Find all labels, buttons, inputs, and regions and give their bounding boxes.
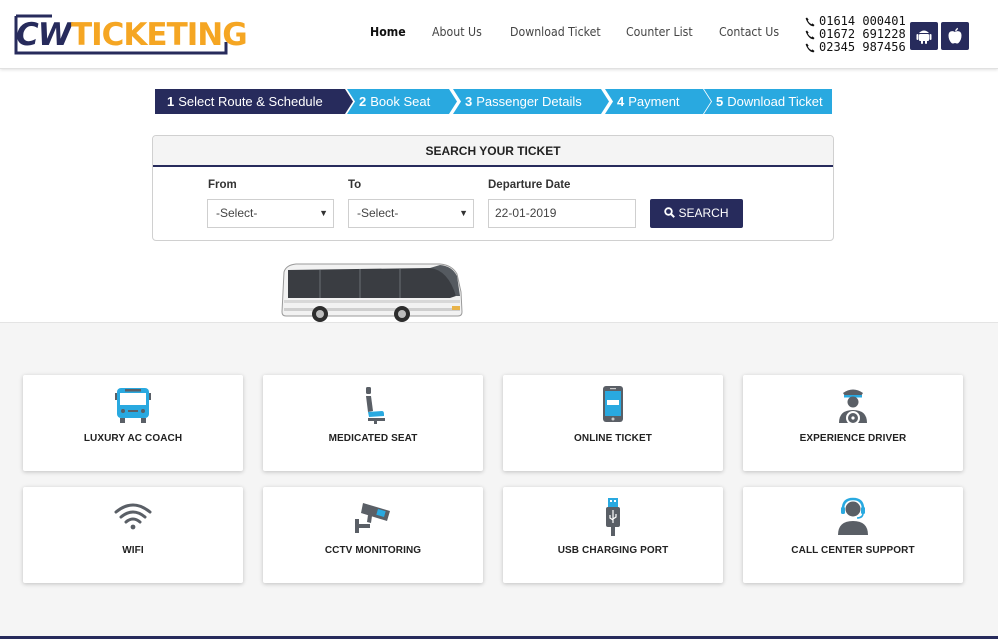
feature-label: ONLINE TICKET	[574, 433, 652, 444]
bus-illustration	[281, 263, 463, 322]
feature-label: WIFI	[122, 545, 144, 556]
search-button[interactable]: SEARCH	[650, 199, 743, 228]
step-download-ticket[interactable]: 5 Download Ticket	[704, 89, 832, 114]
feature-label: MEDICATED SEAT	[328, 433, 418, 444]
logo-text: CWTICKETING	[16, 15, 248, 55]
to-label: To	[348, 179, 362, 191]
android-icon	[916, 30, 932, 44]
departure-date-label: Departure Date	[488, 179, 571, 191]
search-button-label: SEARCH	[678, 206, 729, 220]
step-payment[interactable]: 4 Payment	[605, 89, 713, 114]
phone-handset-icon	[805, 17, 815, 26]
phone-row: 02345 987456	[805, 41, 906, 54]
search-ticket-panel: SEARCH YOUR TICKET From -Select- ▼ To -S…	[152, 135, 834, 241]
feature-label: LUXURY AC COACH	[83, 433, 183, 444]
usb-icon	[606, 498, 620, 536]
driver-icon	[839, 389, 867, 425]
step-label: Payment	[628, 94, 680, 109]
feature-card-usb-charging-port: USB CHARGING PORT	[503, 487, 723, 583]
wifi-icon	[114, 503, 152, 530]
step-label: Book Seat	[370, 94, 431, 109]
logo-ticketing: TICKETING	[70, 17, 248, 53]
to-select-value: -Select-	[357, 206, 399, 220]
feature-card-online-ticket: ONLINE TICKET	[503, 375, 723, 471]
step-number: 1	[167, 94, 175, 109]
phone-icon	[603, 386, 623, 422]
step-passenger-details[interactable]: 3 Passenger Details	[453, 89, 611, 114]
feature-card-luxury-ac-coach: LUXURY AC COACH	[23, 375, 243, 471]
step-label: Select Route & Schedule	[178, 94, 323, 109]
feature-label: USB CHARGING PORT	[557, 545, 669, 556]
feature-label: EXPERIENCE DRIVER	[799, 433, 907, 444]
nav-about-us[interactable]: About Us	[432, 24, 482, 39]
phone-numbers: 01614 000401 01672 691228 02345 987456	[805, 15, 906, 54]
feature-card-call-center-support: CALL CENTER SUPPORT	[743, 487, 963, 583]
step-number: 4	[617, 94, 625, 109]
booking-steps: 1 Select Route & Schedule 2 Book Seat 3 Pas…	[155, 89, 832, 114]
departure-date-input[interactable]: 22-01-2019	[488, 199, 636, 228]
step-number: 2	[359, 94, 367, 109]
headset-icon	[838, 497, 868, 535]
logo-cw: CW	[16, 17, 72, 53]
nav-home[interactable]: Home	[370, 24, 406, 39]
phone-number[interactable]: 02345 987456	[819, 41, 906, 54]
step-label: Download Ticket	[727, 94, 823, 109]
feature-card-experience-driver: EXPERIENCE DRIVER	[743, 375, 963, 471]
nav-contact-us[interactable]: Contact Us	[719, 24, 779, 39]
android-app-button[interactable]	[910, 22, 938, 50]
feature-card-wifi: WIFI	[23, 487, 243, 583]
step-label: Passenger Details	[476, 94, 582, 109]
apple-icon	[948, 27, 962, 44]
step-select-route[interactable]: 1 Select Route & Schedule	[155, 89, 355, 114]
search-panel-title: SEARCH YOUR TICKET	[153, 136, 833, 167]
phone-handset-icon	[805, 30, 815, 39]
to-select[interactable]: -Select- ▼	[348, 199, 474, 228]
caret-down-icon: ▼	[459, 208, 468, 218]
seat-icon	[366, 387, 385, 424]
site-header: CWTICKETING Home About Us Download Ticke…	[0, 0, 998, 69]
departure-date-value: 22-01-2019	[495, 206, 557, 220]
caret-down-icon: ▼	[319, 208, 328, 218]
feature-label: CCTV MONITORING	[324, 545, 422, 556]
cctv-icon	[355, 503, 390, 533]
step-number: 5	[716, 94, 724, 109]
from-label: From	[208, 179, 237, 191]
step-number: 3	[465, 94, 473, 109]
phone-handset-icon	[805, 43, 815, 52]
from-select-value: -Select-	[216, 206, 258, 220]
from-select[interactable]: -Select- ▼	[207, 199, 334, 228]
apple-app-button[interactable]	[941, 22, 969, 50]
search-icon	[664, 207, 676, 218]
features-section: LUXURY AC COACH MEDICATED SEAT ONLINE TI…	[0, 322, 998, 639]
bus-icon	[115, 388, 151, 423]
feature-label: CALL CENTER SUPPORT	[791, 545, 915, 556]
nav-download-ticket[interactable]: Download Ticket	[510, 24, 601, 39]
feature-card-cctv-monitoring: CCTV MONITORING	[263, 487, 483, 583]
nav-counter-list[interactable]: Counter List	[626, 24, 693, 39]
feature-card-medicated-seat: MEDICATED SEAT	[263, 375, 483, 471]
site-logo[interactable]: CWTICKETING	[14, 14, 248, 56]
step-book-seat[interactable]: 2 Book Seat	[347, 89, 459, 114]
